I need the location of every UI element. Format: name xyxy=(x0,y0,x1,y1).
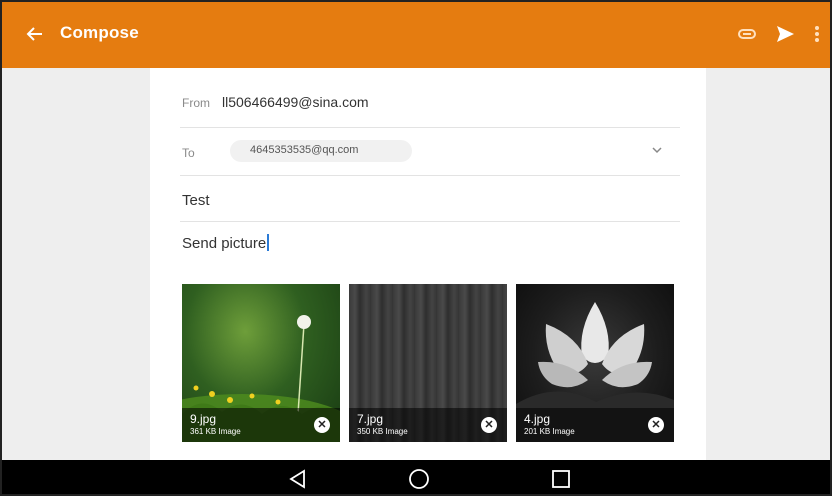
app-bar: Compose xyxy=(2,2,830,68)
remove-attachment-icon[interactable]: ✕ xyxy=(314,417,330,433)
more-vert-icon[interactable] xyxy=(810,22,824,46)
nav-back-icon[interactable] xyxy=(286,468,310,490)
attachment-name: 9.jpg xyxy=(190,412,217,426)
attach-icon[interactable] xyxy=(736,22,758,46)
attachment-size: 350 KB Image xyxy=(357,427,408,436)
compose-screen: Compose From ll506466499@sina.com To 464… xyxy=(0,0,832,496)
attachment-name: 7.jpg xyxy=(357,412,384,426)
body-text: Send picture xyxy=(182,235,267,252)
from-label: From xyxy=(182,96,210,110)
to-row[interactable]: To 4645353535@qq.com xyxy=(180,128,680,176)
send-icon[interactable] xyxy=(774,22,796,46)
recipient-chip[interactable]: 4645353535@qq.com xyxy=(230,140,412,162)
page-title: Compose xyxy=(60,23,139,42)
nav-home-icon[interactable] xyxy=(407,468,431,490)
subject-field[interactable]: Test xyxy=(182,192,210,209)
remove-attachment-icon[interactable]: ✕ xyxy=(481,417,497,433)
attachment-name: 4.jpg xyxy=(524,412,551,426)
subject-row[interactable]: Test xyxy=(180,176,680,222)
attachment-size: 201 KB Image xyxy=(524,427,575,436)
nav-recents-icon[interactable] xyxy=(549,468,573,490)
attachment-thumbnail[interactable]: 9.jpg 361 KB Image ✕ xyxy=(182,284,340,442)
attachment-thumbnail[interactable]: 7.jpg 350 KB Image ✕ xyxy=(349,284,507,442)
text-cursor xyxy=(267,234,270,251)
from-row: From ll506466499@sina.com xyxy=(180,68,680,128)
body-field[interactable]: Send picture xyxy=(182,234,270,252)
back-arrow-icon[interactable] xyxy=(24,22,46,46)
attachment-caption: 4.jpg 201 KB Image ✕ xyxy=(516,408,674,442)
compose-card: From ll506466499@sina.com To 4645353535@… xyxy=(150,68,706,460)
attachment-thumbnail[interactable]: 4.jpg 201 KB Image ✕ xyxy=(516,284,674,442)
chevron-down-icon[interactable] xyxy=(650,143,664,157)
attachment-caption: 7.jpg 350 KB Image ✕ xyxy=(349,408,507,442)
from-address[interactable]: ll506466499@sina.com xyxy=(222,94,369,110)
to-label: To xyxy=(182,146,195,160)
attachment-caption: 9.jpg 361 KB Image ✕ xyxy=(182,408,340,442)
recipient-address: 4645353535@qq.com xyxy=(250,144,359,156)
system-nav-bar xyxy=(2,460,830,494)
remove-attachment-icon[interactable]: ✕ xyxy=(648,417,664,433)
attachment-size: 361 KB Image xyxy=(190,427,241,436)
